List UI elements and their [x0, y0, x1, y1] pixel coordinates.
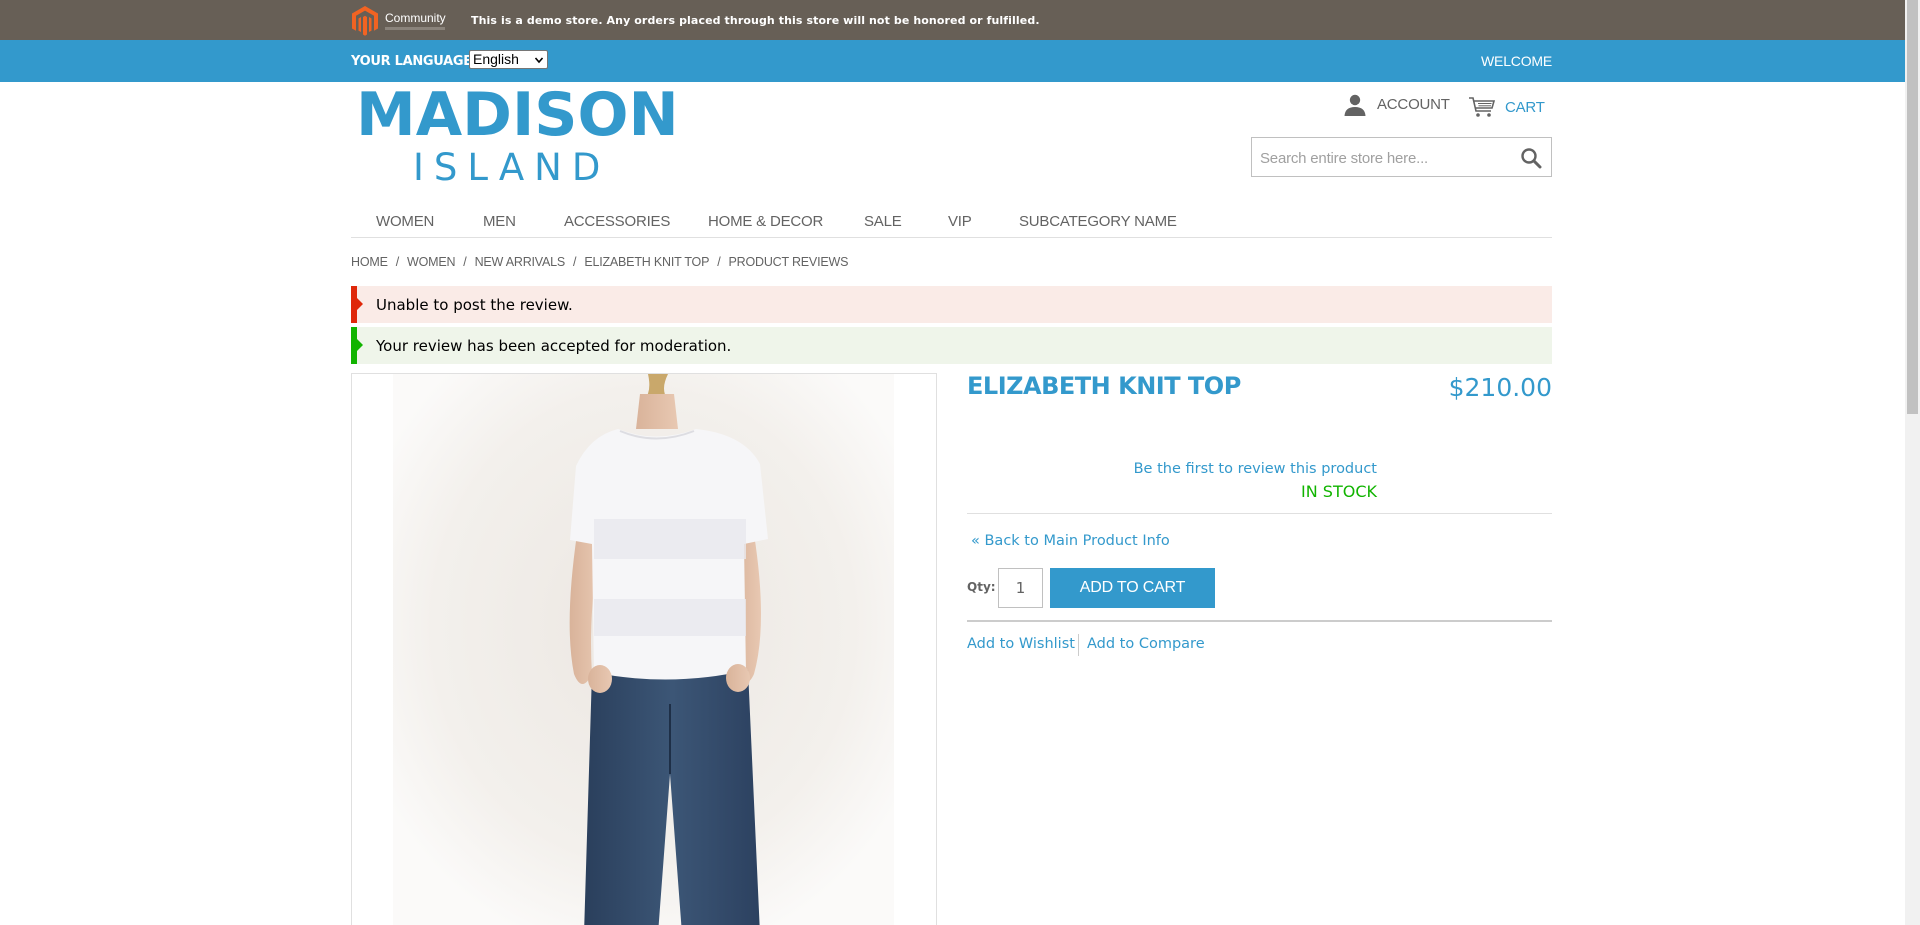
user-icon [1344, 94, 1366, 116]
logo-line-1: MADISON [356, 80, 679, 150]
scrollbar-thumb[interactable] [1907, 0, 1918, 414]
back-to-product-link[interactable]: « Back to Main Product Info [971, 533, 1170, 549]
error-arrow [357, 298, 363, 310]
add-to-cart-button[interactable]: ADD TO CART [1050, 568, 1215, 608]
page-scrollbar[interactable] [1905, 0, 1920, 925]
nav-item-accessories[interactable]: ACCESSORIES [564, 213, 670, 230]
chevron-down-icon [535, 57, 543, 64]
nav-item-vip[interactable]: VIP [948, 213, 972, 230]
nav-item-men[interactable]: MEN [483, 213, 516, 230]
demo-notice-bar: Community This is a demo store. Any orde… [0, 0, 1905, 40]
breadcrumb-separator: / [573, 255, 577, 269]
cart-icon [1469, 97, 1496, 117]
product-price: $210.00 [1448, 373, 1552, 402]
demo-notice-text: This is a demo store. Any orders placed … [471, 14, 1040, 27]
breadcrumb: HOME / WOMEN / NEW ARRIVALS / ELIZABETH KNIT T… [351, 255, 848, 269]
magento-community-logo[interactable]: Community [351, 3, 461, 37]
magento-logo-icon [352, 6, 378, 36]
qty-label: Qty: [967, 580, 996, 594]
account-label: ACCOUNT [1377, 96, 1450, 113]
error-message-text: Unable to post the review. [376, 296, 573, 314]
main-nav: WOMEN MEN ACCESSORIES HOME & DECOR SALE … [351, 204, 1552, 238]
first-review-link[interactable]: Be the first to review this product [1134, 461, 1377, 477]
logo-line-2: ISLAND [413, 146, 611, 189]
product-photo [352, 374, 936, 925]
divider [967, 620, 1552, 622]
breadcrumb-separator: / [717, 255, 721, 269]
language-select[interactable]: English [469, 50, 548, 69]
divider [967, 513, 1552, 514]
nav-item-women[interactable]: WOMEN [376, 213, 434, 230]
search-input[interactable]: Search entire store here... [1251, 137, 1552, 177]
cart-label: CART [1505, 99, 1545, 116]
language-select-value: English [473, 51, 519, 67]
welcome-message: WELCOME [1481, 53, 1552, 69]
search-icon[interactable] [1520, 147, 1542, 169]
link-separator [1078, 634, 1079, 656]
language-label: YOUR LANGUAGE: [351, 54, 477, 69]
magento-logo-tagline [385, 27, 445, 30]
success-message: Your review has been accepted for modera… [351, 327, 1552, 364]
breadcrumb-separator: / [395, 255, 400, 269]
add-to-compare-link[interactable]: Add to Compare [1087, 636, 1205, 652]
breadcrumb-current: PRODUCT REVIEWS [728, 255, 849, 269]
nav-item-subcategory[interactable]: SUBCATEGORY NAME [1019, 213, 1177, 230]
magento-logo-text: Community [385, 11, 446, 25]
language-bar: YOUR LANGUAGE: English WELCOME [0, 40, 1905, 82]
breadcrumb-product[interactable]: ELIZABETH KNIT TOP [584, 255, 709, 269]
nav-item-home-decor[interactable]: HOME & DECOR [708, 213, 823, 230]
add-to-wishlist-link[interactable]: Add to Wishlist [967, 636, 1075, 652]
breadcrumb-home[interactable]: HOME [351, 255, 388, 269]
breadcrumb-new-arrivals[interactable]: NEW ARRIVALS [475, 255, 566, 269]
breadcrumb-separator: / [463, 255, 467, 269]
store-logo[interactable]: MADISON ISLAND [356, 82, 679, 192]
nav-item-sale[interactable]: SALE [864, 213, 902, 230]
success-arrow [357, 339, 363, 351]
error-message: Unable to post the review. [351, 286, 1552, 323]
success-message-text: Your review has been accepted for modera… [376, 337, 732, 355]
breadcrumb-women[interactable]: WOMEN [407, 255, 456, 269]
stock-status: IN STOCK [1301, 482, 1377, 501]
search-placeholder: Search entire store here... [1260, 150, 1429, 167]
product-name: ELIZABETH KNIT TOP [967, 372, 1241, 400]
product-image[interactable] [351, 373, 937, 925]
qty-input[interactable]: 1 [998, 568, 1043, 608]
